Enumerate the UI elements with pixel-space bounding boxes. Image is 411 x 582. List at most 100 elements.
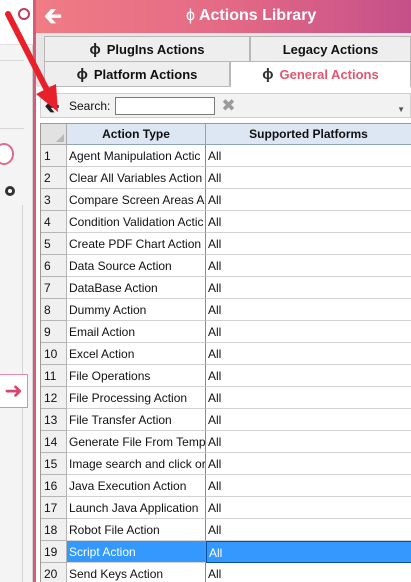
cell-action-type[interactable]: Excel Action xyxy=(67,343,206,365)
table-row[interactable]: 9 Email Action All xyxy=(41,321,411,343)
column-header-supported-platforms[interactable]: Supported Platforms xyxy=(206,124,411,145)
cell-action-type[interactable]: Agent Manipulation Actic xyxy=(67,145,206,167)
cell-action-type[interactable]: Image search and click or xyxy=(67,453,206,475)
tab-general-actions[interactable]: ϕ General Actions xyxy=(230,61,411,88)
table-row[interactable]: 10 Excel Action All xyxy=(41,343,411,365)
table-row[interactable]: 15 Image search and click or All xyxy=(41,453,411,475)
row-number[interactable]: 11 xyxy=(41,365,67,387)
grid-select-all-corner[interactable] xyxy=(41,124,67,145)
table-row[interactable]: 11 File Operations All xyxy=(41,365,411,387)
chevron-down-icon[interactable]: ▼ xyxy=(397,105,405,114)
cell-supported-platforms[interactable]: All xyxy=(206,409,411,431)
row-number[interactable]: 14 xyxy=(41,431,67,453)
table-row[interactable]: 13 File Transfer Action All xyxy=(41,409,411,431)
cell-action-type[interactable]: Launch Java Application xyxy=(67,497,206,519)
row-number[interactable]: 12 xyxy=(41,387,67,409)
tab-legacy-actions[interactable]: Legacy Actions xyxy=(250,36,411,62)
row-number[interactable]: 3 xyxy=(41,189,67,211)
row-number[interactable]: 9 xyxy=(41,321,67,343)
row-number[interactable]: 18 xyxy=(41,519,67,541)
cell-supported-platforms[interactable]: All xyxy=(206,497,411,519)
close-icon[interactable]: ✖ xyxy=(221,96,235,116)
cell-action-type[interactable]: Dummy Action xyxy=(67,299,206,321)
cell-supported-platforms[interactable]: All xyxy=(206,167,411,189)
cell-action-type[interactable]: Email Action xyxy=(67,321,206,343)
table-row[interactable]: 3 Compare Screen Areas Ac All xyxy=(41,189,411,211)
table-row[interactable]: 14 Generate File From Templ All xyxy=(41,431,411,453)
cell-supported-platforms[interactable]: All xyxy=(206,541,411,563)
cell-supported-platforms[interactable]: All xyxy=(206,255,411,277)
table-row[interactable]: 8 Dummy Action All xyxy=(41,299,411,321)
cell-supported-platforms[interactable]: All xyxy=(206,365,411,387)
cell-action-type[interactable]: Generate File From Templ xyxy=(67,431,206,453)
cell-supported-platforms[interactable]: All xyxy=(206,189,411,211)
row-number[interactable]: 4 xyxy=(41,211,67,233)
bolt-plug-icon: ϕ xyxy=(89,40,101,58)
row-number[interactable]: 16 xyxy=(41,475,67,497)
cell-action-type[interactable]: Robot File Action xyxy=(67,519,206,541)
bolt-gear-icon: ϕ xyxy=(76,65,88,83)
table-row[interactable]: 4 Condition Validation Actic All xyxy=(41,211,411,233)
row-number[interactable]: 6 xyxy=(41,255,67,277)
cell-supported-platforms[interactable]: All xyxy=(206,387,411,409)
search-input[interactable] xyxy=(115,96,216,115)
cell-action-type[interactable]: Script Action xyxy=(67,541,206,563)
background-globe-icon[interactable] xyxy=(5,186,15,196)
cell-supported-platforms[interactable]: All xyxy=(206,453,411,475)
table-row[interactable]: 6 Data Source Action All xyxy=(41,255,411,277)
row-number[interactable]: 1 xyxy=(41,145,67,167)
row-number[interactable]: 19 xyxy=(41,541,67,563)
cell-action-type[interactable]: File Transfer Action xyxy=(67,409,206,431)
column-header-action-type[interactable]: Action Type xyxy=(67,124,206,145)
cell-supported-platforms[interactable]: All xyxy=(206,299,411,321)
row-number[interactable]: 13 xyxy=(41,409,67,431)
cell-action-type[interactable]: File Operations xyxy=(67,365,206,387)
cell-supported-platforms[interactable]: All xyxy=(206,343,411,365)
row-number[interactable]: 20 xyxy=(41,563,67,582)
cell-supported-platforms[interactable]: All xyxy=(206,233,411,255)
cell-action-type[interactable]: Data Source Action xyxy=(67,255,206,277)
cell-action-type[interactable]: Compare Screen Areas Ac xyxy=(67,189,206,211)
table-row[interactable]: 18 Robot File Action All xyxy=(41,519,411,541)
row-number[interactable]: 2 xyxy=(41,167,67,189)
row-number[interactable]: 7 xyxy=(41,277,67,299)
table-row[interactable]: 7 DataBase Action All xyxy=(41,277,411,299)
tab-plugins-actions[interactable]: ϕ PlugIns Actions xyxy=(44,36,250,62)
table-row[interactable]: 19 Script Action All xyxy=(41,541,411,563)
background-circle-icon[interactable] xyxy=(0,143,14,165)
cell-action-type[interactable]: Send Keys Action xyxy=(67,563,206,582)
search-label: Search: xyxy=(69,98,111,113)
cell-action-type[interactable]: DataBase Action xyxy=(67,277,206,299)
cell-action-type[interactable]: File Processing Action xyxy=(67,387,206,409)
arrow-left-icon[interactable]: 🡰 xyxy=(41,95,63,117)
table-row[interactable]: 5 Create PDF Chart Action All xyxy=(41,233,411,255)
table-row[interactable]: 20 Send Keys Action All xyxy=(41,563,411,582)
table-row[interactable]: 16 Java Execution Action All xyxy=(41,475,411,497)
cell-action-type[interactable]: Java Execution Action xyxy=(67,475,206,497)
cell-supported-platforms[interactable]: All xyxy=(206,211,411,233)
row-number[interactable]: 15 xyxy=(41,453,67,475)
row-number[interactable]: 5 xyxy=(41,233,67,255)
tab-platform-actions[interactable]: ϕ Platform Actions xyxy=(44,61,230,87)
cell-supported-platforms[interactable]: All xyxy=(206,145,411,167)
arrow-left-icon[interactable]: 🡰 xyxy=(44,3,68,29)
cell-action-type[interactable]: Condition Validation Actic xyxy=(67,211,206,233)
table-row[interactable]: 2 Clear All Variables Action All xyxy=(41,167,411,189)
cell-supported-platforms[interactable]: All xyxy=(206,563,411,582)
cell-action-type[interactable]: Create PDF Chart Action xyxy=(67,233,206,255)
cell-supported-platforms[interactable]: All xyxy=(206,277,411,299)
expand-panel-button[interactable]: ➜ xyxy=(0,374,28,408)
row-number[interactable]: 17 xyxy=(41,497,67,519)
actions-library-panel: 🡰 ϕ Actions Library ϕ PlugIns Actions Le… xyxy=(33,0,411,582)
table-row[interactable]: 1 Agent Manipulation Actic All xyxy=(41,145,411,167)
table-row[interactable]: 12 File Processing Action All xyxy=(41,387,411,409)
table-row[interactable]: 17 Launch Java Application All xyxy=(41,497,411,519)
cell-supported-platforms[interactable]: All xyxy=(206,519,411,541)
cell-supported-platforms[interactable]: All xyxy=(206,431,411,453)
cell-supported-platforms[interactable]: All xyxy=(206,321,411,343)
row-number[interactable]: 8 xyxy=(41,299,67,321)
cell-action-type[interactable]: Clear All Variables Action xyxy=(67,167,206,189)
tab-label: Legacy Actions xyxy=(282,41,379,57)
row-number[interactable]: 10 xyxy=(41,343,67,365)
cell-supported-platforms[interactable]: All xyxy=(206,475,411,497)
